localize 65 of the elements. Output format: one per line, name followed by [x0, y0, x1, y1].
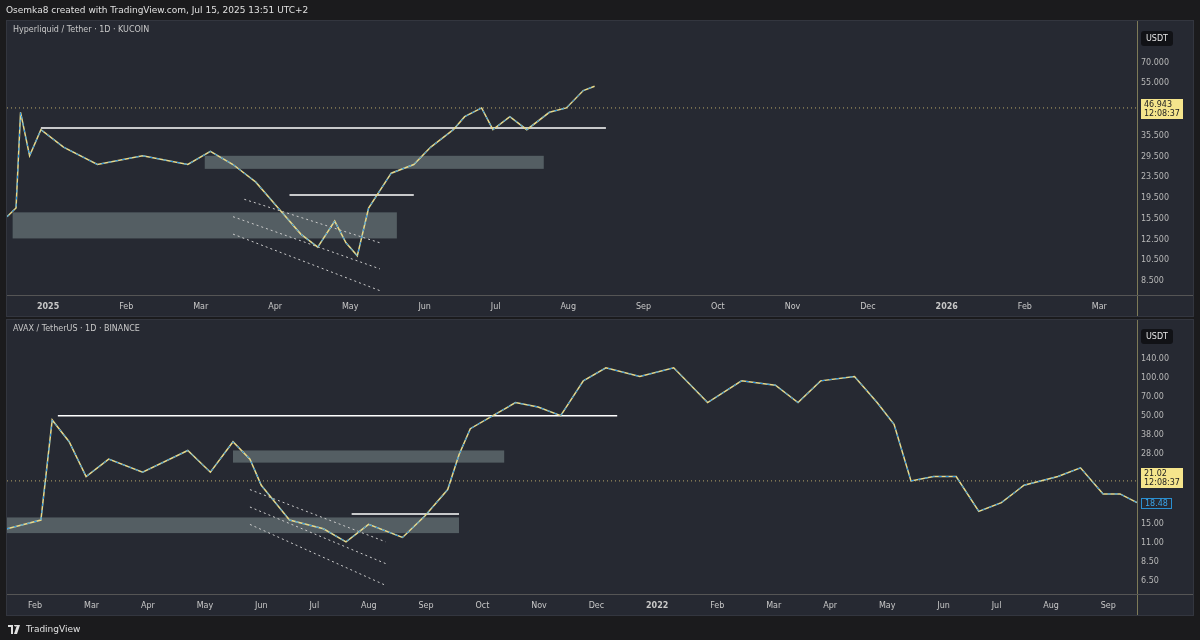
time-label: Oct	[710, 301, 725, 311]
price-label: 11.00	[1141, 538, 1164, 547]
price-label: 28.00	[1141, 449, 1164, 458]
time-label: Feb	[1017, 301, 1032, 311]
price-label: 70.00	[1141, 392, 1164, 401]
price-label: 15.00	[1141, 519, 1164, 528]
price-label: 55.000	[1141, 78, 1169, 88]
price-marker: 18.48	[1141, 498, 1172, 509]
last-price-label: 21.02 12:08:37	[1141, 468, 1183, 488]
time-label: Oct	[475, 600, 490, 610]
time-label: Sep	[1100, 600, 1116, 610]
time-label: 2022	[646, 600, 669, 610]
currency-button[interactable]: USDT	[1141, 329, 1173, 344]
currency-button[interactable]: USDT	[1141, 30, 1173, 46]
time-label: Mar	[1091, 301, 1107, 311]
time-label: Jul	[309, 600, 320, 610]
time-label: Apr	[140, 600, 155, 610]
time-label: Jul	[991, 600, 1002, 610]
time-label: Nov	[784, 301, 801, 311]
time-label: Aug	[560, 301, 576, 311]
time-label: Jun	[418, 301, 431, 311]
time-label: Feb	[119, 301, 134, 311]
brand-name: TradingView	[26, 624, 81, 634]
price-label: 29.500	[1141, 151, 1169, 161]
price-label: 23.500	[1141, 172, 1169, 182]
time-label: Dec	[860, 301, 876, 311]
price-label: 8.500	[1141, 276, 1164, 286]
time-label: Aug	[1043, 600, 1059, 610]
price-label: 70.000	[1141, 57, 1169, 67]
time-label: May	[878, 600, 896, 610]
time-label: Sep	[418, 600, 434, 610]
time-label: 2025	[36, 301, 60, 311]
time-label: Dec	[588, 600, 605, 610]
time-label: Feb	[27, 600, 43, 610]
symbol-title: AVAX / TetherUS · 1D · BINANCE	[12, 323, 141, 333]
time-label: Mar	[766, 600, 782, 610]
price-label: 35.500	[1141, 130, 1169, 140]
time-label: Sep	[635, 301, 651, 311]
price-label: 6.50	[1141, 576, 1159, 585]
price-label: 38.00	[1141, 430, 1164, 439]
time-label: May	[196, 600, 214, 610]
time-label: Mar	[193, 301, 209, 311]
time-label: Jun	[937, 600, 950, 610]
logo-icon	[8, 624, 22, 634]
price-label: 140.00	[1141, 354, 1169, 363]
time-label: Aug	[361, 600, 377, 610]
price-label: 8.50	[1141, 557, 1159, 566]
price-label: 10.500	[1141, 255, 1169, 265]
chart-caption: Osemka8 created with TradingView.com, Jul 15, 2025 13:51 UTC+2	[6, 5, 309, 15]
price-label: 100.00	[1141, 373, 1169, 382]
last-price-label: 46.943 12:08:37	[1141, 99, 1183, 120]
time-label: Nov	[531, 600, 547, 610]
time-label: Jul	[490, 301, 501, 311]
price-label: 15.500	[1141, 213, 1169, 223]
price-label: 19.500	[1141, 193, 1169, 203]
price-label: 50.00	[1141, 411, 1164, 420]
price-label: 12.500	[1141, 234, 1169, 244]
time-label: Mar	[84, 600, 100, 610]
time-label: 2026	[935, 301, 958, 311]
time-label: Apr	[823, 600, 838, 610]
time-label: Apr	[268, 301, 283, 311]
time-label: May	[341, 301, 359, 311]
time-label: Feb	[710, 600, 725, 610]
time-label: Jun	[255, 600, 268, 610]
symbol-title: Hyperliquid / Tether · 1D · KUCOIN	[12, 24, 151, 34]
